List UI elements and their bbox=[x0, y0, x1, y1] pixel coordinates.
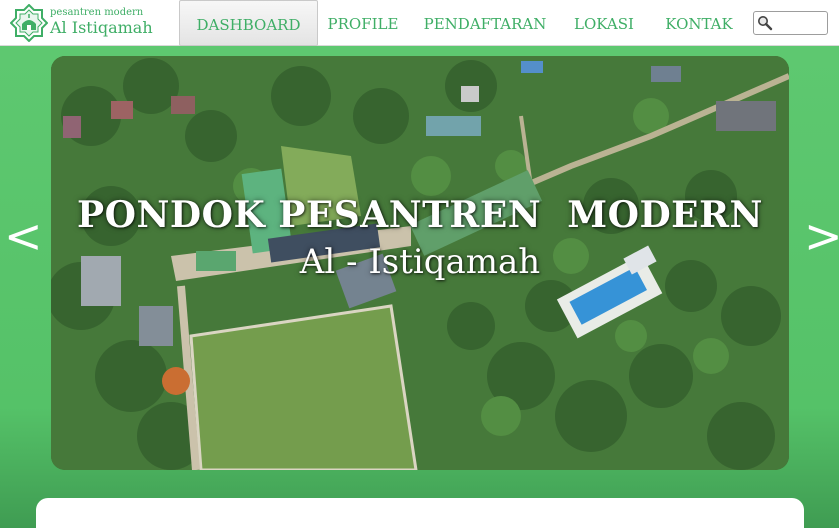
hero-slide: PONDOK PESANTREN MODERN Al - Istiqamah bbox=[51, 56, 789, 470]
nav-pendaftaran[interactable]: PENDAFTARAN bbox=[423, 0, 547, 46]
site-logo[interactable]: pesantren modern Al Istiqamah bbox=[8, 4, 158, 44]
search-icon bbox=[758, 16, 773, 31]
hero-title: PONDOK PESANTREN MODERN bbox=[77, 194, 763, 236]
hero-slider: PONDOK PESANTREN MODERN Al - Istiqamah <… bbox=[0, 46, 839, 528]
nav-dashboard[interactable]: DASHBOARD bbox=[179, 0, 318, 46]
search-input[interactable] bbox=[774, 14, 826, 32]
search-box[interactable] bbox=[753, 11, 828, 35]
logo-name: Al Istiqamah bbox=[50, 18, 153, 37]
slider-next-arrow-icon[interactable]: > bbox=[804, 206, 839, 266]
site-header: pesantren modern Al Istiqamah DASHBOARD … bbox=[0, 0, 839, 46]
hero-subtitle: Al - Istiqamah bbox=[299, 242, 541, 282]
slider-prev-arrow-icon[interactable]: < bbox=[4, 206, 43, 266]
mosque-logo-icon bbox=[10, 4, 48, 42]
nav-lokasi[interactable]: LOKASI bbox=[571, 0, 637, 46]
nav-profile[interactable]: PROFILE bbox=[325, 0, 401, 46]
logo-tagline: pesantren modern bbox=[50, 7, 144, 18]
content-card bbox=[36, 498, 804, 528]
nav-kontak[interactable]: KONTAK bbox=[661, 0, 737, 46]
